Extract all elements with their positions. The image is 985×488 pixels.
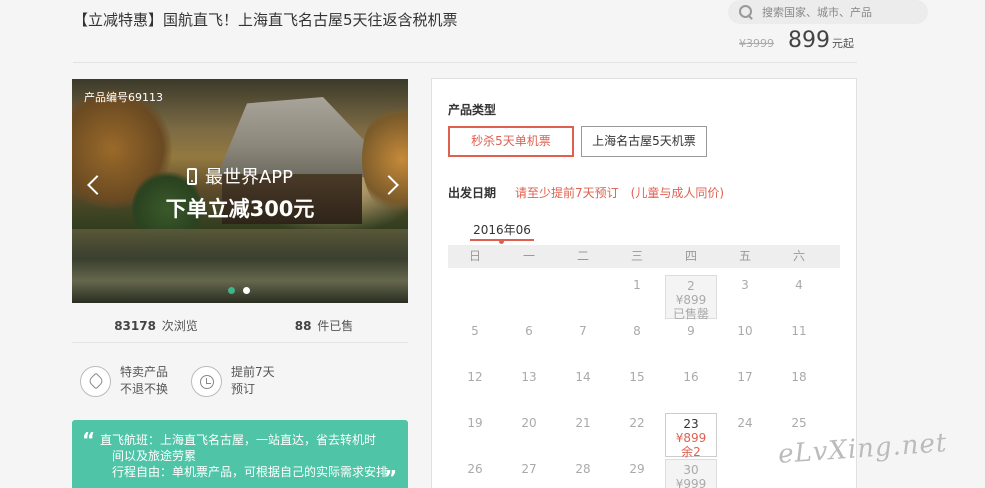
phone-icon bbox=[186, 168, 197, 185]
price-row: ¥3999 899 元起 bbox=[739, 28, 854, 53]
search-input[interactable] bbox=[762, 5, 922, 19]
calendar-day[interactable]: 26 bbox=[449, 459, 501, 488]
booking-note: 请至少提前7天预订 (儿童与成人同价) bbox=[515, 186, 724, 200]
day-price: ¥899 bbox=[675, 431, 707, 445]
weekday-label: 三 bbox=[630, 249, 643, 263]
calendar-day[interactable]: 3 bbox=[719, 275, 771, 319]
option-flash-sale-ticket[interactable]: 秒杀5天单机票 bbox=[448, 126, 574, 157]
clock-icon bbox=[191, 365, 222, 397]
calendar-day[interactable]: 4 bbox=[773, 275, 825, 319]
promo-discount-text: 下单立减300元 bbox=[165, 197, 315, 221]
day-price: ¥899 bbox=[675, 293, 707, 307]
weekday-label: 五 bbox=[738, 249, 751, 263]
promo-app-text: 最世界APP bbox=[204, 167, 294, 188]
views-stat: 83178 次浏览 bbox=[114, 319, 198, 333]
sold-stat: 88 件已售 bbox=[294, 319, 354, 333]
calendar-day[interactable]: 5 bbox=[449, 321, 501, 365]
product-type-label: 产品类型 bbox=[448, 103, 497, 117]
weekday-label: 日 bbox=[468, 249, 481, 263]
product-stats: 83178 次浏览 88 件已售 bbox=[72, 317, 408, 334]
month-indicator-icon bbox=[499, 239, 504, 244]
banner-pagination bbox=[228, 287, 250, 294]
feature-special-sale: 特卖产品 不退不换 bbox=[80, 364, 191, 398]
calendar-day[interactable]: 21 bbox=[557, 413, 609, 457]
departure-date-label: 出发日期 bbox=[448, 186, 497, 200]
calendar-day[interactable]: 28 bbox=[557, 459, 609, 488]
product-highlights: “ 直飞航班：上海直飞名古屋，一站直达，省去转机时 间以及旅途劳累 行程自由：单… bbox=[72, 420, 408, 488]
month-tab[interactable]: 2016年06 bbox=[470, 221, 534, 241]
current-price: 899 bbox=[788, 28, 830, 53]
close-quote-icon: ” bbox=[384, 466, 398, 488]
calendar-day[interactable]: 30 ¥999 bbox=[665, 459, 717, 488]
open-quote-icon: “ bbox=[82, 428, 96, 452]
calendar-day[interactable]: 16 bbox=[665, 367, 717, 411]
calendar-day[interactable]: 13 bbox=[503, 367, 555, 411]
calendar-day[interactable]: 23 ¥899 余2 bbox=[665, 413, 717, 459]
weekday-label: 四 bbox=[684, 249, 697, 263]
option-shanghai-nagoya-ticket[interactable]: 上海名古屋5天机票 bbox=[581, 126, 707, 157]
calendar-day[interactable]: 22 bbox=[611, 413, 663, 457]
original-price: ¥3999 bbox=[739, 37, 774, 50]
promo-app-line: 最世界APP bbox=[72, 163, 408, 189]
feature-list: 特卖产品 不退不换 提前7天 预订 bbox=[80, 364, 302, 398]
price-unit: 元起 bbox=[832, 37, 854, 50]
search-icon[interactable] bbox=[738, 4, 754, 20]
calendar-day[interactable]: 24 bbox=[719, 413, 771, 457]
page-title: 【立减特惠】国航直飞！上海直飞名古屋5天往返含税机票 bbox=[73, 11, 458, 29]
feature-advance-booking: 提前7天 预订 bbox=[191, 364, 302, 398]
calendar-day[interactable]: 14 bbox=[557, 367, 609, 411]
calendar-day[interactable]: 29 bbox=[611, 459, 663, 488]
calendar-day[interactable]: 27 bbox=[503, 459, 555, 488]
calendar-day[interactable]: 20 bbox=[503, 413, 555, 457]
calendar-day[interactable]: 2 ¥899 已售罄 bbox=[665, 275, 717, 321]
weekday-label: 一 bbox=[522, 249, 535, 263]
calendar-day[interactable]: 19 bbox=[449, 413, 501, 457]
search-bar[interactable] bbox=[728, 0, 928, 24]
calendar-day[interactable]: 12 bbox=[449, 367, 501, 411]
booking-panel: 产品类型 秒杀5天单机票 上海名古屋5天机票 出发日期 请至少提前7天预订 (儿… bbox=[431, 78, 857, 488]
weekday-header: 日一二三四五六 bbox=[448, 245, 840, 268]
weekday-label: 二 bbox=[576, 249, 589, 263]
stats-divider bbox=[72, 342, 408, 343]
banner-dot[interactable] bbox=[228, 287, 235, 294]
calendar-day[interactable]: 6 bbox=[503, 321, 555, 365]
calendar-day[interactable]: 1 bbox=[611, 275, 663, 319]
calendar-day[interactable]: 7 bbox=[557, 321, 609, 365]
product-code: 产品编号69113 bbox=[84, 91, 163, 104]
product-banner[interactable]: 产品编号69113 最世界APP 下单立减300元 bbox=[72, 79, 408, 303]
calendar-day[interactable]: 18 bbox=[773, 367, 825, 411]
calendar-day[interactable]: 10 bbox=[719, 321, 771, 365]
banner-dot[interactable] bbox=[243, 287, 250, 294]
header-divider bbox=[73, 62, 857, 63]
calendar-day[interactable]: 11 bbox=[773, 321, 825, 365]
calendar-day[interactable]: 15 bbox=[611, 367, 663, 411]
day-status: 余2 bbox=[681, 445, 701, 459]
weekday-label: 六 bbox=[792, 249, 805, 263]
calendar-day[interactable]: 8 bbox=[611, 321, 663, 365]
day-price: ¥999 bbox=[675, 477, 707, 488]
tag-icon bbox=[80, 365, 111, 397]
day-status: 已售罄 bbox=[672, 307, 709, 321]
calendar-day[interactable]: 9 bbox=[665, 321, 717, 365]
calendar-day[interactable]: 17 bbox=[719, 367, 771, 411]
